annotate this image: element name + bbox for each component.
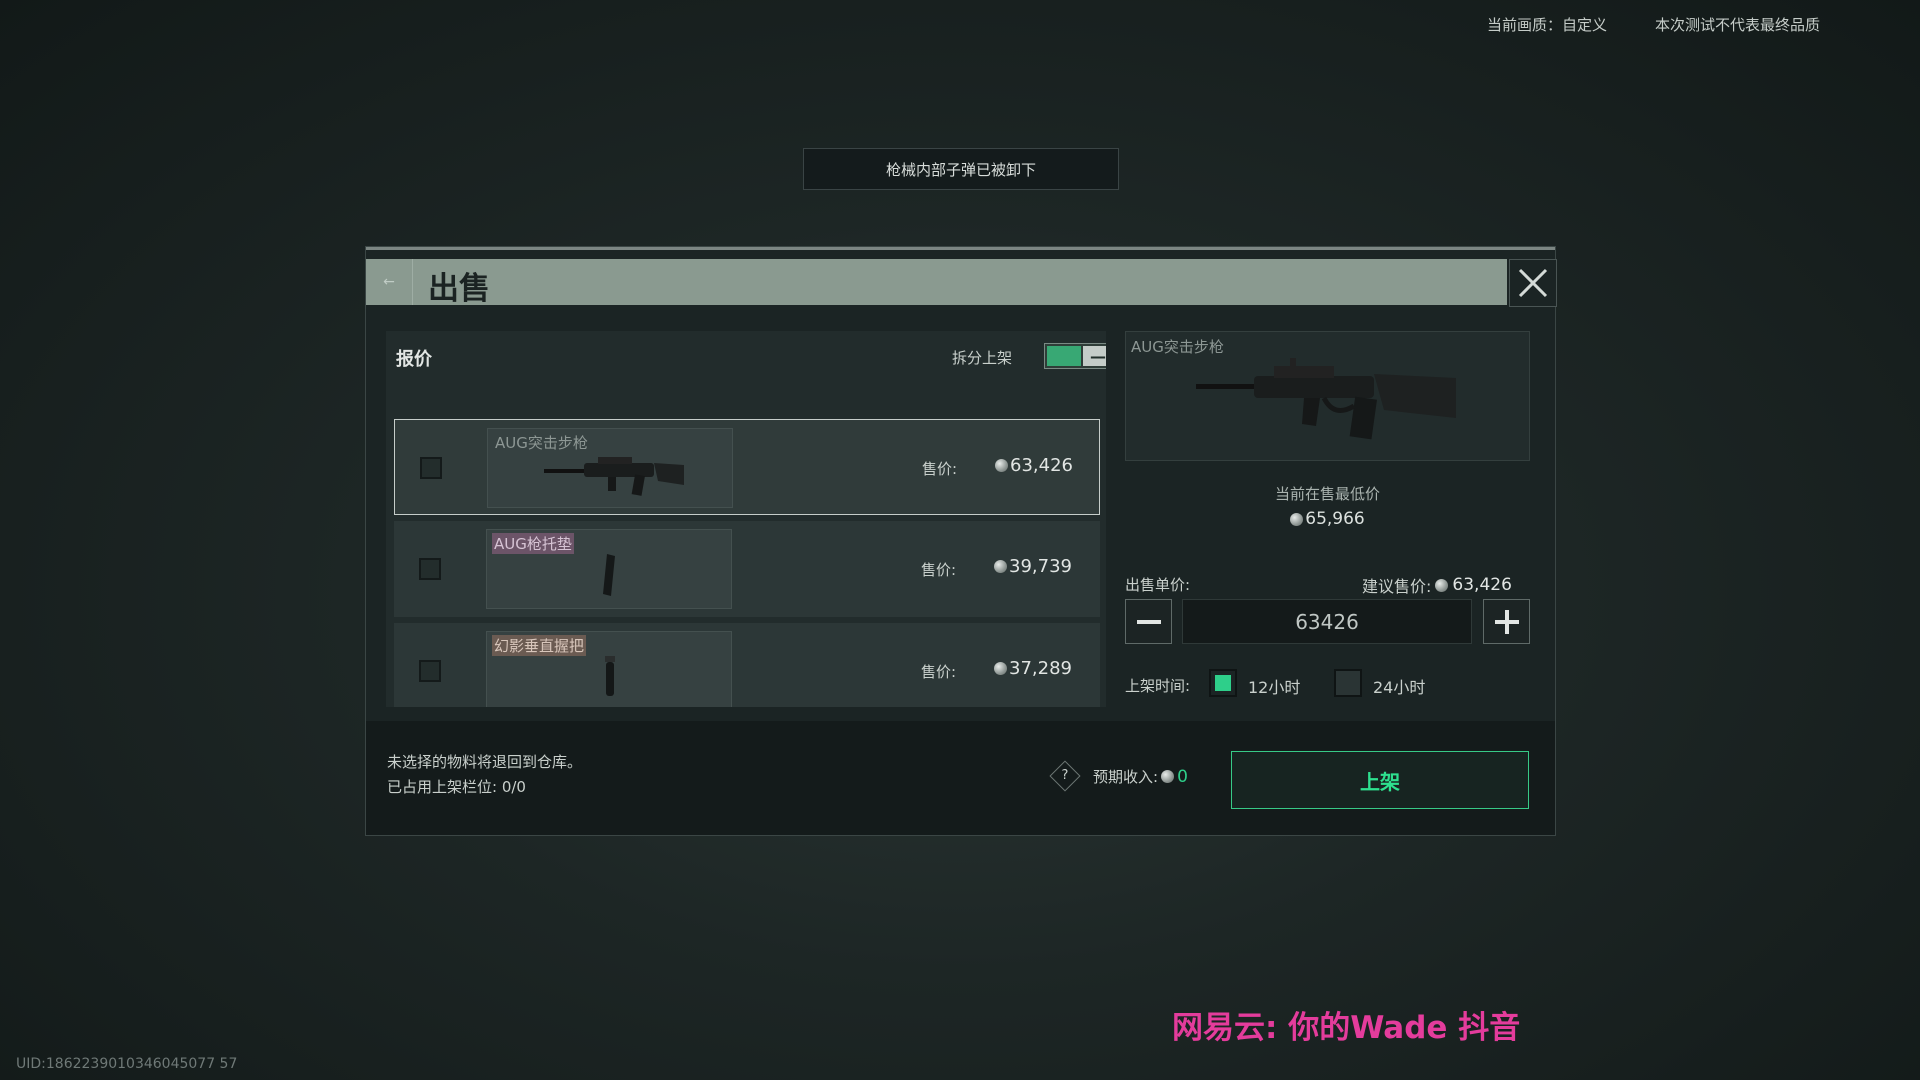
coin-icon <box>994 560 1007 573</box>
coin-icon <box>1161 770 1175 783</box>
item-name: 幻影垂直握把 <box>492 635 587 656</box>
back-arrow-icon[interactable]: ← <box>366 259 413 305</box>
rifle-icon <box>1196 358 1456 440</box>
stock-pad-icon <box>603 554 615 596</box>
item-thumbnail: AUG枪托垫 <box>486 529 732 609</box>
price-label: 售价: <box>922 460 958 478</box>
coin-icon <box>1435 578 1449 592</box>
minus-icon <box>1136 619 1161 624</box>
duration-24h-checkbox[interactable] <box>1334 669 1362 697</box>
dialog-top-line <box>366 247 1555 250</box>
duration-24h-label: 24小时 <box>1373 678 1426 697</box>
lowest-price-label: 当前在售最低价 <box>1274 485 1380 503</box>
price-label: 售价: <box>921 663 957 681</box>
split-listing-label: 拆分上架 <box>952 349 1013 367</box>
close-button[interactable] <box>1509 259 1557 307</box>
test-disclaimer: 本次测试不代表最终品质 <box>1655 16 1821 34</box>
price-label: 售价: <box>921 561 957 579</box>
item-price: 63,426 <box>995 455 1073 476</box>
close-icon <box>1518 268 1548 298</box>
duration-label: 上架时间: <box>1125 677 1191 695</box>
lowest-price-value: 65,966 <box>1125 509 1530 529</box>
duration-12h-checkbox[interactable] <box>1209 669 1237 697</box>
coin-icon <box>995 459 1008 472</box>
increase-price-button[interactable] <box>1483 599 1530 644</box>
unit-price-input[interactable] <box>1182 599 1472 644</box>
streamer-watermark: 网易云: 你的Wade 抖音 <box>1172 1010 1521 1046</box>
help-icon[interactable]: ? <box>1049 760 1081 792</box>
quality-info: 当前画质：自定义 <box>1487 16 1608 34</box>
coin-icon <box>1290 512 1304 526</box>
plus-icon <box>1494 609 1519 634</box>
item-price: 37,289 <box>994 658 1072 679</box>
decrease-price-button[interactable] <box>1125 599 1172 644</box>
dialog-titlebar: ← 出售 <box>366 259 1507 307</box>
item-checkbox[interactable] <box>420 457 442 479</box>
toggle-on-indicator <box>1047 346 1081 366</box>
expected-income: 预期收入: 0 <box>1093 766 1188 787</box>
dialog-title: 出售 <box>428 271 490 307</box>
sell-dialog: ← 出售 报价 拆分上架 — AUG突击步枪 售价: 63,426 AUG枪托垫… <box>365 246 1557 836</box>
item-name: AUG枪托垫 <box>492 533 574 554</box>
offer-title: 报价 <box>396 349 432 370</box>
user-id: UID:1862239010346045077 57 <box>16 1056 238 1072</box>
rifle-icon <box>544 457 684 496</box>
slots-used-note: 已占用上架栏位: 0/0 <box>387 778 526 796</box>
selected-item-preview: AUG突击步枪 <box>1125 331 1530 461</box>
list-for-sale-button[interactable]: 上架 <box>1231 751 1529 809</box>
vertical-grip-icon <box>605 656 615 696</box>
item-row[interactable]: AUG突击步枪 售价: 63,426 <box>394 419 1100 515</box>
ammo-unloaded-notice: 枪械内部子弹已被卸下 <box>803 148 1119 190</box>
item-thumbnail: 幻影垂直握把 <box>486 631 732 707</box>
toggle-knob: — <box>1083 346 1106 366</box>
suggested-price: 建议售价: 63,426 <box>1362 575 1512 596</box>
item-price: 39,739 <box>994 556 1072 577</box>
unit-price-label: 出售单价: <box>1125 576 1191 594</box>
coin-icon <box>994 662 1007 675</box>
dialog-footer: 未选择的物料将退回到仓库。 已占用上架栏位: 0/0 ? 预期收入: 0 上架 <box>366 721 1555 835</box>
item-row[interactable]: AUG枪托垫 售价: 39,739 <box>394 521 1100 617</box>
item-checkbox[interactable] <box>419 558 441 580</box>
item-checkbox[interactable] <box>419 660 441 682</box>
split-listing-toggle[interactable]: — <box>1044 343 1106 369</box>
duration-12h-label: 12小时 <box>1248 678 1301 697</box>
unselected-return-note: 未选择的物料将退回到仓库。 <box>387 753 583 771</box>
item-row[interactable]: 幻影垂直握把 售价: 37,289 <box>394 623 1100 707</box>
item-name: AUG突击步枪 <box>495 434 588 452</box>
item-thumbnail: AUG突击步枪 <box>487 428 733 508</box>
offer-panel: 报价 拆分上架 — AUG突击步枪 售价: 63,426 AUG枪托垫 售价: … <box>386 331 1106 707</box>
